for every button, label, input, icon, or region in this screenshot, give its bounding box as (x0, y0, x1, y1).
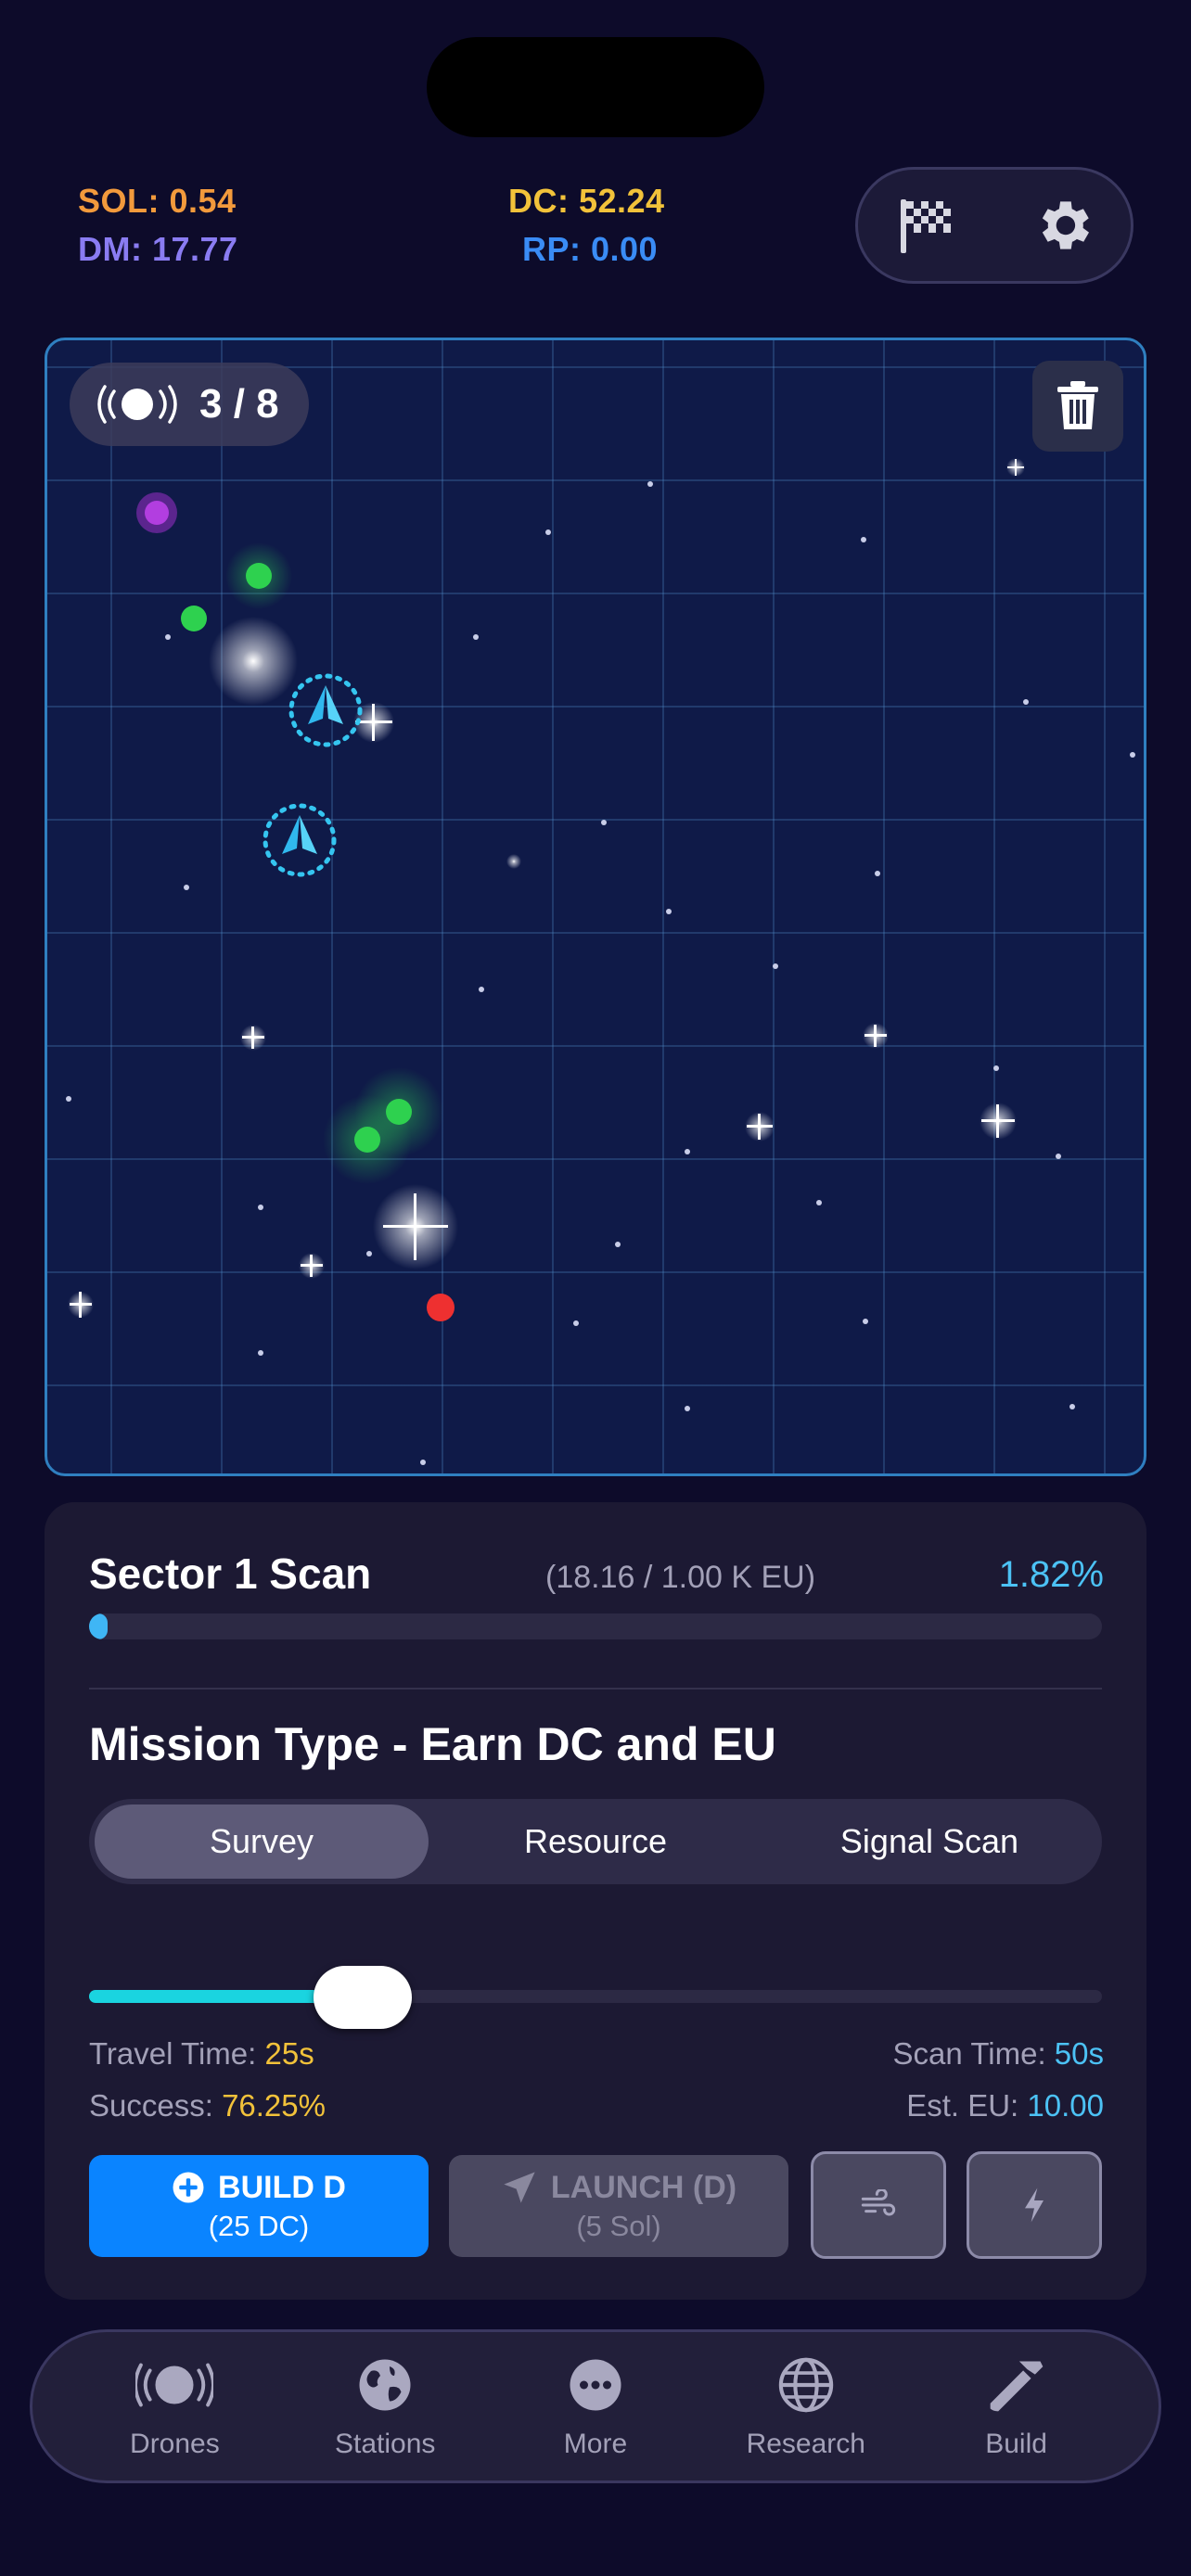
checkered-flag-icon (900, 199, 951, 253)
tab-label: Research (746, 2429, 865, 2459)
build-cost: (25 DC) (208, 2209, 310, 2242)
tab-more[interactable]: More (512, 2353, 679, 2460)
success-value: 76.25% (222, 2088, 326, 2123)
tab-drones[interactable]: Drones (91, 2353, 258, 2460)
more-icon (570, 2359, 621, 2411)
star-map[interactable]: 3 / 8 (45, 338, 1146, 1476)
tab-stations[interactable]: Stations (301, 2353, 468, 2460)
tab-research[interactable]: Research (723, 2353, 890, 2460)
tab-label: More (563, 2429, 628, 2459)
scan-eu-progress: (18.16 / 1.00 K EU) (545, 1560, 816, 1595)
tab-label: Build (985, 2429, 1047, 2459)
drone-count-text: 3 / 8 (199, 381, 279, 427)
trash-button[interactable] (1032, 361, 1123, 452)
sol-stat: SOL: 0.54 (78, 182, 237, 220)
scan-percent: 1.82% (998, 1554, 1104, 1595)
paper-plane-icon (504, 2172, 535, 2203)
dc-stat: DC: 52.24 (508, 182, 665, 220)
scan-time: Scan Time: 50s (892, 2036, 1104, 2071)
top-actions (855, 167, 1133, 284)
build-drone-button[interactable]: BUILD D (25 DC) (89, 2155, 429, 2257)
checkered-flag-button[interactable] (890, 188, 964, 262)
star-field (66, 458, 1135, 1465)
scan-title: Sector 1 Scan (89, 1549, 372, 1598)
settings-button[interactable] (1026, 188, 1100, 262)
mission-panel: Sector 1 Scan (18.16 / 1.00 K EU) 1.82% … (45, 1502, 1146, 2300)
success-rate: Success: 76.25% (89, 2088, 326, 2123)
plus-circle-icon (173, 2172, 204, 2203)
gear-icon (1042, 201, 1089, 249)
mission-type-selector: Survey Resource Signal Scan (89, 1799, 1102, 1884)
mission-slider[interactable] (89, 1966, 1102, 2029)
trash-icon (1057, 381, 1098, 429)
slider-thumb[interactable] (314, 1966, 412, 2029)
tab-label: Drones (130, 2429, 220, 2459)
drone-count-badge: 3 / 8 (70, 363, 309, 446)
green-node (354, 1127, 380, 1153)
est-eu-value: 10.00 (1027, 2088, 1104, 2123)
tab-survey[interactable]: Survey (95, 1804, 429, 1879)
build-label: BUILD D (218, 2169, 346, 2205)
green-node (181, 606, 207, 631)
green-node (386, 1099, 412, 1125)
drone-marker (263, 803, 337, 877)
travel-time-value: 25s (264, 2036, 314, 2071)
launch-drone-button[interactable]: LAUNCH (D) (5 Sol) (449, 2155, 788, 2257)
tab-label: Stations (334, 2429, 436, 2459)
drone-icon (97, 385, 177, 424)
rp-stat: RP: 0.00 (522, 230, 659, 268)
scan-progress-bar (89, 1613, 1102, 1639)
tab-bar: Drones Stations More Research Build (30, 2329, 1161, 2483)
scan-progress-fill (89, 1613, 108, 1639)
mission-title: Mission Type - Earn DC and EU (89, 1718, 776, 1770)
hammer-icon (990, 2361, 1043, 2412)
est-eu: Est. EU: 10.00 (906, 2088, 1104, 2123)
tab-signal-scan[interactable]: Signal Scan (762, 1804, 1096, 1879)
drone-icon (135, 2363, 214, 2407)
dynamic-island (427, 37, 764, 137)
bolt-icon (1025, 2187, 1044, 2223)
travel-time: Travel Time: 25s (89, 2036, 314, 2071)
scan-time-value: 50s (1054, 2036, 1104, 2071)
boost-button[interactable] (967, 2151, 1102, 2259)
globe-icon (359, 2359, 411, 2411)
launch-cost: (5 Sol) (576, 2210, 661, 2242)
tab-build[interactable]: Build (933, 2353, 1100, 2460)
dm-stat: DM: 17.77 (78, 230, 238, 268)
tab-resource[interactable]: Resource (429, 1804, 762, 1879)
wind-icon (861, 2189, 896, 2216)
red-node (427, 1294, 455, 1321)
divider (89, 1688, 1102, 1690)
network-globe-icon (778, 2357, 833, 2413)
drone-marker (288, 673, 363, 747)
green-node (246, 563, 272, 589)
launch-label: LAUNCH (D) (550, 2169, 737, 2205)
wind-button[interactable] (811, 2151, 946, 2259)
